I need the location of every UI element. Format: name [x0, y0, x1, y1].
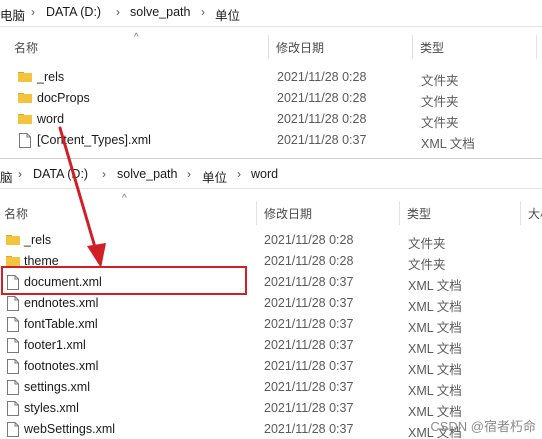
annotation-arrow [58, 126, 106, 268]
arrow-head-icon [87, 243, 106, 268]
arrow-shaft [58, 126, 99, 256]
watermark: CSDN @宿者朽命 [430, 419, 536, 434]
